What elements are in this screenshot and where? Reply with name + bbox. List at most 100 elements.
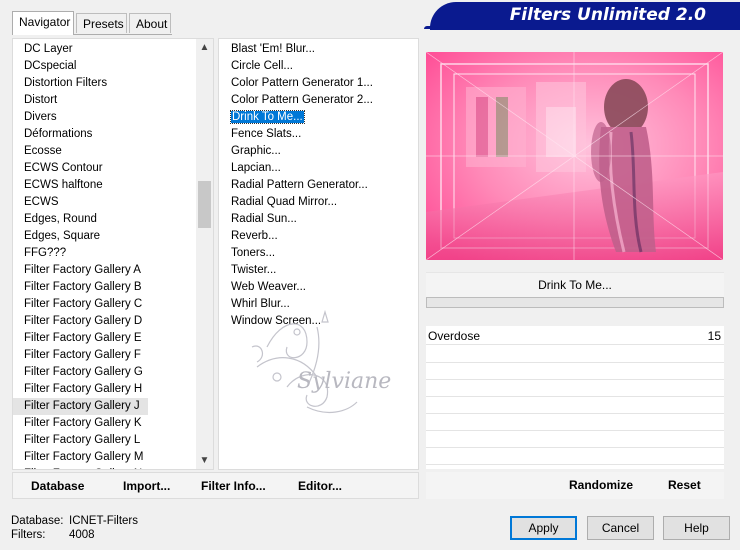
parameters-panel: Overdose 15 xyxy=(426,326,724,469)
category-list-panel: DC Layer DCspecial Distortion Filters Disto… xyxy=(12,38,214,470)
filter-item-label: Fence Slats... xyxy=(231,128,302,140)
category-item[interactable]: Filter Factory Gallery G xyxy=(13,364,213,381)
category-item[interactable]: Distort xyxy=(13,92,213,109)
banner-stripe xyxy=(424,26,740,29)
category-item[interactable]: Filter Factory Gallery B xyxy=(13,279,213,296)
apply-button[interactable]: Apply xyxy=(510,516,577,540)
scroll-thumb[interactable] xyxy=(198,181,211,228)
filter-item-label: Circle Cell... xyxy=(231,60,293,72)
tab-about[interactable]: About xyxy=(129,13,171,33)
filter-item-label: Color Pattern Generator 2... xyxy=(231,94,373,106)
parameter-name: Overdose xyxy=(428,329,481,343)
category-item[interactable]: Filter Factory Gallery E xyxy=(13,330,213,347)
category-list: DC Layer DCspecial Distortion Filters Disto… xyxy=(13,39,213,469)
reset-button[interactable]: Reset xyxy=(668,478,701,492)
parameter-row-empty xyxy=(426,414,724,431)
parameter-row-empty xyxy=(426,431,724,448)
parameter-value: 15 xyxy=(707,329,721,343)
database-info-value: ICNET-Filters xyxy=(69,515,138,527)
category-item[interactable]: Filter Factory Gallery M xyxy=(13,449,213,466)
filter-item[interactable]: Blast 'Em! Blur... xyxy=(219,41,418,58)
filter-item[interactable]: Graphic... xyxy=(219,143,418,160)
category-scrollbar[interactable]: ▲ ▼ xyxy=(196,39,213,469)
scroll-down-arrow-icon[interactable]: ▼ xyxy=(196,452,213,469)
parameter-row-empty xyxy=(426,363,724,380)
filters-count-label: Filters: xyxy=(11,529,46,541)
tab-navigator[interactable]: Navigator xyxy=(12,11,74,35)
category-item[interactable]: Filter Factory Gallery D xyxy=(13,313,213,330)
filter-item-label: Radial Sun... xyxy=(231,213,297,225)
database-button[interactable]: Database xyxy=(31,479,84,493)
category-item[interactable]: FFG??? xyxy=(13,245,213,262)
import-button[interactable]: Import... xyxy=(123,479,170,493)
category-item[interactable]: Filter Factory Gallery N xyxy=(13,466,213,469)
category-item[interactable]: Filter Factory Gallery C xyxy=(13,296,213,313)
category-item[interactable]: ECWS xyxy=(13,194,213,211)
filter-item[interactable]: Reverb... xyxy=(219,228,418,245)
filter-info-button[interactable]: Filter Info... xyxy=(201,479,266,493)
filter-item-label: Web Weaver... xyxy=(231,281,306,293)
preview-image xyxy=(426,52,723,260)
parameter-row-empty xyxy=(426,346,724,363)
database-info-label: Database: xyxy=(11,515,64,527)
parameter-row-empty xyxy=(426,448,724,465)
category-item[interactable]: DC Layer xyxy=(13,41,213,58)
scroll-up-arrow-icon[interactable]: ▲ xyxy=(196,39,213,56)
filter-item-label: Radial Pattern Generator... xyxy=(231,179,368,191)
filter-item-label: Radial Quad Mirror... xyxy=(231,196,338,208)
filter-item[interactable]: Web Weaver... xyxy=(219,279,418,296)
app-title: Filters Unlimited 2.0 xyxy=(509,5,706,25)
cancel-button[interactable]: Cancel xyxy=(587,516,654,540)
parameter-row-empty xyxy=(426,380,724,397)
category-item[interactable]: Filter Factory Gallery F xyxy=(13,347,213,364)
category-item[interactable]: Distortion Filters xyxy=(13,75,213,92)
filter-item-label: Graphic... xyxy=(231,145,281,157)
category-item[interactable]: Filter Factory Gallery J xyxy=(13,398,148,415)
watermark-flourish-icon xyxy=(251,309,358,414)
filter-item[interactable]: Color Pattern Generator 1... xyxy=(219,75,418,92)
current-filter-label: Drink To Me... xyxy=(426,272,724,297)
category-item[interactable]: Ecosse xyxy=(13,143,213,160)
left-button-bar: Database Import... Filter Info... Editor… xyxy=(12,472,419,499)
right-button-bar: Randomize Reset xyxy=(426,472,724,499)
watermark-text: Sylviane xyxy=(297,369,392,394)
filter-list-panel: Blast 'Em! Blur... Circle Cell... Color Pa… xyxy=(218,38,419,470)
help-button[interactable]: Help xyxy=(663,516,730,540)
filter-item[interactable]: Toners... xyxy=(219,245,418,262)
filter-item-label: Reverb... xyxy=(231,230,278,242)
parameter-row-empty xyxy=(426,397,724,414)
filter-item[interactable]: Radial Quad Mirror... xyxy=(219,194,418,211)
filter-item-label: Twister... xyxy=(231,264,277,276)
filter-item[interactable]: Twister... xyxy=(219,262,418,279)
category-item[interactable]: Filter Factory Gallery H xyxy=(13,381,213,398)
filter-item-label: Blast 'Em! Blur... xyxy=(231,43,315,55)
progress-bar xyxy=(426,297,724,308)
filter-item-label: Drink To Me... xyxy=(230,110,305,124)
filter-item-label: Lapcian... xyxy=(231,162,281,174)
category-item[interactable]: ECWS Contour xyxy=(13,160,213,177)
parameter-row-overdose[interactable]: Overdose 15 xyxy=(426,328,724,345)
filter-item-label: Color Pattern Generator 1... xyxy=(231,77,373,89)
filter-item[interactable]: Radial Pattern Generator... xyxy=(219,177,418,194)
preview-artwork xyxy=(426,52,723,260)
filter-item[interactable]: Lapcian... xyxy=(219,160,418,177)
filter-item[interactable]: Radial Sun... xyxy=(219,211,418,228)
filter-item[interactable]: Fence Slats... xyxy=(219,126,418,143)
randomize-button[interactable]: Randomize xyxy=(569,478,633,492)
category-item[interactable]: Edges, Round xyxy=(13,211,213,228)
category-item[interactable]: DCspecial xyxy=(13,58,213,75)
editor-button[interactable]: Editor... xyxy=(298,479,342,493)
category-item[interactable]: ECWS halftone xyxy=(13,177,213,194)
filter-item[interactable]: Color Pattern Generator 2... xyxy=(219,92,418,109)
filter-list: Blast 'Em! Blur... Circle Cell... Color Pa… xyxy=(219,39,418,330)
filter-item[interactable]: Drink To Me... xyxy=(219,109,418,126)
category-item[interactable]: Edges, Square xyxy=(13,228,213,245)
category-item[interactable]: Déformations xyxy=(13,126,213,143)
category-item[interactable]: Filter Factory Gallery L xyxy=(13,432,213,449)
filter-item[interactable]: Circle Cell... xyxy=(219,58,418,75)
category-item[interactable]: Filter Factory Gallery K xyxy=(13,415,213,432)
filters-count-value: 4008 xyxy=(69,529,95,541)
category-item[interactable]: Divers xyxy=(13,109,213,126)
category-item[interactable]: Filter Factory Gallery A xyxy=(13,262,213,279)
tab-presets[interactable]: Presets xyxy=(76,13,127,33)
